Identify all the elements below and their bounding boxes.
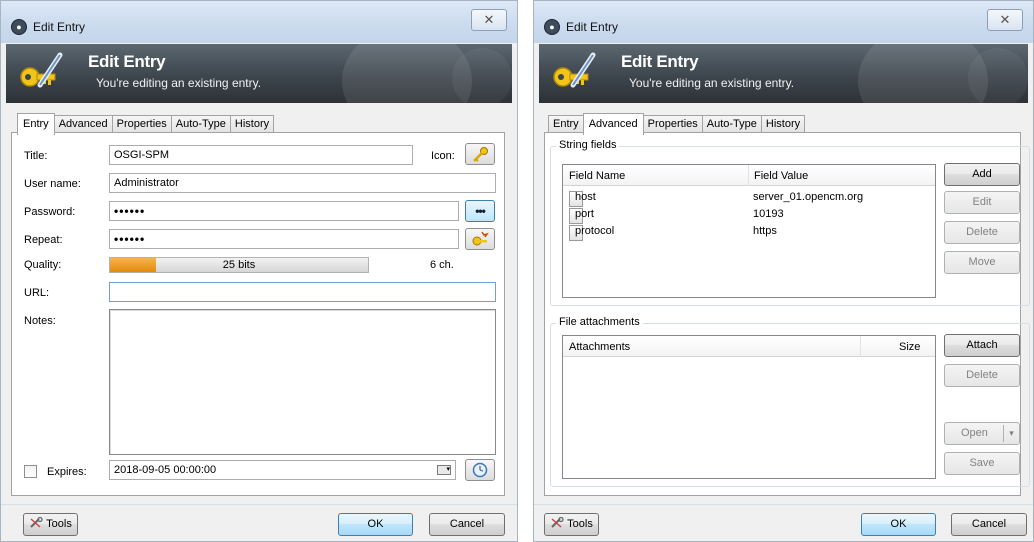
close-icon: ✕ <box>483 12 495 27</box>
tools-label: Tools <box>46 518 72 530</box>
string-fields-list[interactable]: Field Name Field Value host server_01.op… <box>562 164 936 298</box>
banner-subtitle: You're editing an existing entry. <box>629 76 795 90</box>
save-attachment-button[interactable]: Save <box>944 452 1020 475</box>
column-attachments[interactable]: Attachments <box>563 336 860 357</box>
notes-label: Notes: <box>24 315 56 327</box>
banner-title: Edit Entry <box>88 52 166 71</box>
calendar-icon[interactable]: ▾ <box>437 465 451 475</box>
field-value: server_01.opencm.org <box>753 191 864 203</box>
open-label: Open <box>961 427 988 439</box>
field-name: protocol <box>575 225 615 237</box>
advanced-tab-panel: String fields Field Name Field Value hos… <box>544 132 1030 496</box>
tools-button[interactable]: Tools <box>23 513 78 536</box>
ok-button[interactable]: OK <box>861 513 936 536</box>
close-icon: ✕ <box>999 12 1011 27</box>
tools-button[interactable]: Tools <box>544 513 599 536</box>
key-pen-icon <box>20 52 63 88</box>
tab-entry[interactable]: Entry <box>17 113 55 135</box>
tab-strip: Entry Advanced Properties Auto-Type Hist… <box>548 113 806 135</box>
close-button[interactable]: ✕ <box>471 9 507 31</box>
list-item[interactable]: port 10193 <box>563 207 935 224</box>
field-name: host <box>575 191 596 203</box>
title-bar[interactable]: ● Edit Entry ✕ <box>1 1 517 43</box>
password-generator-button[interactable] <box>465 228 495 250</box>
repeat-password-input[interactable] <box>109 229 459 249</box>
header-banner: Edit Entry You're editing an existing en… <box>6 44 512 103</box>
close-button[interactable]: ✕ <box>987 9 1023 31</box>
username-label: User name: <box>24 178 81 190</box>
title-bar[interactable]: ● Edit Entry ✕ <box>534 1 1033 43</box>
attachments-list[interactable]: Attachments Size <box>562 335 936 479</box>
field-value: https <box>753 225 777 237</box>
open-attachment-button[interactable]: Open ▾ <box>944 422 1020 445</box>
title-label: Title: <box>24 150 48 162</box>
key-pen-icon <box>553 52 596 88</box>
lock-icon: ● <box>544 19 560 35</box>
expires-checkbox[interactable] <box>24 465 37 478</box>
quality-bits-text: 25 bits <box>222 259 256 271</box>
expires-datetime-picker[interactable]: 2018-09-05 00:00:00 ▾ <box>109 460 456 480</box>
quality-label: Quality: <box>24 259 62 271</box>
icon-label: Icon: <box>431 150 455 162</box>
window-title: Edit Entry <box>566 20 619 34</box>
url-input[interactable] <box>109 282 496 302</box>
edit-entry-window-entry-tab: ● Edit Entry ✕ Edit Entry You're editing… <box>0 0 518 542</box>
key-icon <box>473 147 488 162</box>
list-header: Attachments Size <box>563 336 935 357</box>
cancel-button[interactable]: Cancel <box>951 513 1027 536</box>
repeat-label: Repeat: <box>24 234 63 246</box>
field-value: 10193 <box>753 208 784 220</box>
move-field-button[interactable]: Move <box>944 251 1020 274</box>
tab-advanced[interactable]: Advanced <box>582 113 644 135</box>
tools-label: Tools <box>567 518 593 530</box>
quality-char-count: 6 ch. <box>430 259 454 271</box>
list-header: Field Name Field Value <box>563 165 935 186</box>
tab-strip: Entry Advanced Properties Auto-Type Hist… <box>17 113 275 135</box>
delete-field-button[interactable]: Delete <box>944 221 1020 244</box>
list-item[interactable]: protocol https <box>563 224 935 241</box>
expiry-presets-button[interactable] <box>465 459 495 481</box>
wrench-icon <box>551 517 564 528</box>
edit-field-button[interactable]: Edit <box>944 191 1020 214</box>
password-label: Password: <box>24 206 76 218</box>
column-field-value[interactable]: Field Value <box>748 165 936 186</box>
cancel-button[interactable]: Cancel <box>429 513 505 536</box>
title-input[interactable] <box>109 145 413 165</box>
entry-tab-panel: Title: Icon: User name: Password: ••• Re… <box>11 132 505 496</box>
add-field-button[interactable]: Add <box>944 163 1020 186</box>
clock-icon <box>472 462 488 478</box>
column-size[interactable]: Size <box>893 336 937 357</box>
chevron-down-icon[interactable]: ▾ <box>1003 425 1019 442</box>
username-input[interactable] <box>109 173 496 193</box>
wrench-icon <box>30 517 43 528</box>
file-attachments-title: File attachments <box>556 316 643 328</box>
delete-attachment-button[interactable]: Delete <box>944 364 1020 387</box>
attach-file-button[interactable]: Attach <box>944 334 1020 357</box>
password-quality-bar: 25 bits <box>109 257 369 273</box>
column-field-name[interactable]: Field Name <box>563 165 748 186</box>
window-title: Edit Entry <box>33 20 86 34</box>
edit-entry-window-advanced-tab: ● Edit Entry ✕ Edit Entry You're editing… <box>533 0 1034 542</box>
banner-subtitle: You're editing an existing entry. <box>96 76 262 90</box>
expires-label: Expires: <box>47 466 87 478</box>
password-input[interactable] <box>109 201 459 221</box>
icon-picker-button[interactable] <box>465 143 495 165</box>
string-fields-title: String fields <box>556 139 620 151</box>
notes-textarea[interactable] <box>109 309 496 455</box>
banner-title: Edit Entry <box>621 52 699 71</box>
url-label: URL: <box>24 287 50 299</box>
expires-value: 2018-09-05 00:00:00 <box>114 464 217 476</box>
ok-button[interactable]: OK <box>338 513 413 536</box>
lock-icon: ● <box>11 19 27 35</box>
header-banner: Edit Entry You're editing an existing en… <box>539 44 1028 103</box>
password-generator-icon <box>472 231 489 246</box>
field-name: port <box>575 208 594 220</box>
list-item[interactable]: host server_01.opencm.org <box>563 190 935 207</box>
show-password-toggle[interactable]: ••• <box>465 200 495 222</box>
